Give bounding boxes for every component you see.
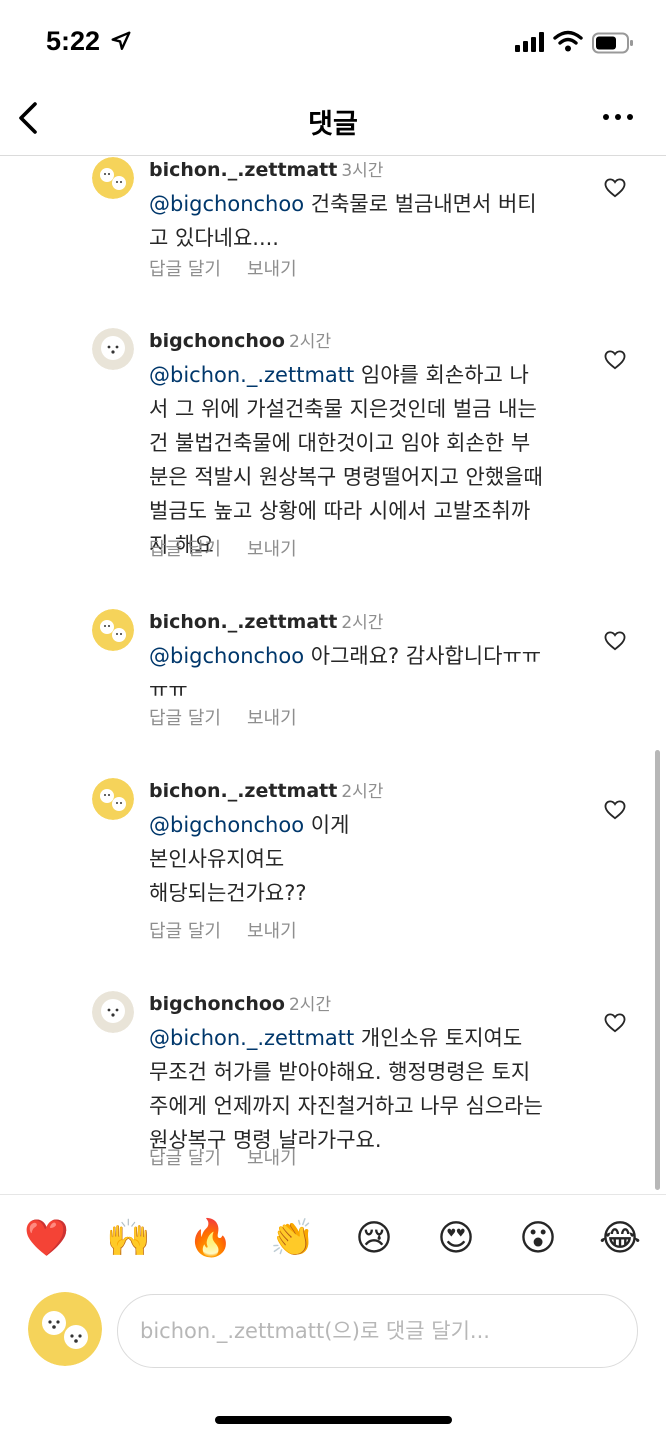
more-horizontal-icon	[603, 114, 633, 120]
comment-actions: 답글 달기 보내기	[149, 535, 323, 561]
avatar[interactable]	[92, 157, 134, 199]
comment-line: 주에게 언제까지 자진철거하고 나무 심으라는	[149, 1094, 543, 1118]
scrollbar[interactable]	[655, 750, 660, 1190]
comment-line: 분은 적발시 원상복구 명령떨어지고 안했을때	[149, 465, 543, 489]
avatar[interactable]	[92, 778, 134, 820]
avatar[interactable]	[92, 328, 134, 370]
emoji-clapping-hands[interactable]: 👏	[270, 1217, 315, 1261]
comment-actions: 답글 달기 보내기	[149, 917, 323, 943]
comment-text: @bichon._.zettmatt 임야를 회손하고 나 서 그 위에 가설건…	[149, 358, 579, 562]
bichon-avatar-icon	[28, 1292, 102, 1366]
comment-actions: 답글 달기 보내기	[149, 704, 323, 730]
comment-username[interactable]: bichon._.zettmatt	[149, 780, 337, 802]
current-user-avatar	[28, 1292, 102, 1366]
heart-outline-icon[interactable]	[604, 350, 626, 370]
comment-header: bigchonchoo 2시간	[149, 328, 331, 355]
bichon-avatar-icon	[92, 157, 134, 199]
comment-text: @bichon._.zettmatt 개인소유 토지여도 무조건 허가를 받아야…	[149, 1021, 579, 1157]
emoji-crying-face[interactable]: 😢	[352, 1217, 396, 1261]
comment-username[interactable]: bichon._.zettmatt	[149, 611, 337, 633]
more-options-button[interactable]	[598, 102, 638, 132]
avatar[interactable]	[92, 609, 134, 651]
comment-username[interactable]: bigchonchoo	[149, 330, 285, 352]
emoji-heart[interactable]: ❤️	[24, 1217, 69, 1261]
bichon-avatar-icon	[92, 778, 134, 820]
battery-icon	[592, 32, 633, 54]
emoji-laughing-tears[interactable]: 😂	[598, 1217, 642, 1261]
comment-line: 고 있다네요....	[149, 226, 279, 250]
comment-line: 무조건 허가를 받아야해요. 행정명령은 토지	[149, 1060, 531, 1084]
comment-line: 아그래요? 감사합니다ㅠㅠ	[310, 644, 542, 668]
comment-mention[interactable]: @bigchonchoo	[149, 644, 304, 668]
emoji-heart-eyes[interactable]: 😍	[434, 1217, 478, 1261]
bichon-avatar-icon	[92, 991, 134, 1033]
comment-line: 서 그 위에 가설건축물 지은것인데 벌금 내는	[149, 397, 537, 421]
send-button[interactable]: 보내기	[247, 539, 297, 560]
bichon-avatar-icon	[92, 609, 134, 651]
status-bar: 5:22	[0, 0, 666, 88]
header: 댓글	[0, 88, 666, 156]
status-time: 5:22	[46, 26, 101, 56]
heart-outline-icon[interactable]	[604, 1013, 626, 1033]
reply-button[interactable]: 답글 달기	[149, 921, 221, 942]
heart-outline-icon[interactable]	[604, 178, 626, 198]
comment-actions: 답글 달기 보내기	[149, 1144, 323, 1170]
cellular-signal-icon	[515, 32, 544, 52]
comment-time: 2시간	[288, 332, 332, 352]
comment-username[interactable]: bigchonchoo	[149, 993, 285, 1015]
emoji-fire[interactable]: 🔥	[188, 1217, 233, 1261]
comment-header: bichon._.zettmatt 2시간	[149, 609, 383, 636]
comment-line: 이게	[310, 813, 350, 837]
comment-line: 해당되는건가요??	[149, 881, 307, 905]
reply-button[interactable]: 답글 달기	[149, 1148, 221, 1169]
comment-list: bichon._.zettmatt 3시간 @bigchonchoo 건축물로 벌…	[0, 157, 666, 1193]
emoji-raising-hands[interactable]: 🙌	[106, 1217, 151, 1261]
comment-time: 2시간	[341, 782, 384, 802]
comment-username[interactable]: bichon._.zettmatt	[149, 159, 337, 181]
comment-mention[interactable]: @bichon._.zettmatt	[149, 1026, 354, 1050]
comment-mention[interactable]: @bigchonchoo	[149, 192, 304, 216]
comment-mention[interactable]: @bigchonchoo	[149, 813, 304, 837]
comment-time: 2시간	[341, 613, 384, 633]
reply-button[interactable]: 답글 달기	[149, 708, 221, 729]
comment-line: ㅠㅠ	[149, 678, 188, 702]
comment-text: @bigchonchoo 이게 본인사유지여도 해당되는건가요??	[149, 808, 579, 910]
bichon-avatar-icon	[92, 328, 134, 370]
reply-button[interactable]: 답글 달기	[149, 259, 221, 280]
comment-time: 3시간	[341, 161, 384, 181]
send-button[interactable]: 보내기	[247, 259, 297, 280]
comment-line: 벌금도 높고 상황에 따라 시에서 고발조취까	[149, 499, 531, 523]
send-button[interactable]: 보내기	[247, 921, 297, 942]
heart-outline-icon[interactable]	[604, 800, 626, 820]
home-indicator[interactable]	[215, 1416, 452, 1424]
send-button[interactable]: 보내기	[247, 708, 297, 729]
comment-text: @bigchonchoo 아그래요? 감사합니다ㅠㅠ ㅠㅠ	[149, 639, 579, 707]
comment-text: @bigchonchoo 건축물로 벌금내면서 버티 고 있다네요....	[149, 187, 579, 255]
page-title: 댓글	[308, 109, 358, 140]
location-arrow-icon	[111, 31, 131, 50]
comment-line: 본인사유지여도	[149, 847, 285, 871]
comment-header: bigchonchoo 2시간	[149, 991, 331, 1018]
comment-actions: 답글 달기 보내기	[149, 255, 323, 281]
comment-line: 건축물로 벌금내면서 버티	[310, 192, 537, 216]
comment-line: 개인소유 토지여도	[360, 1026, 523, 1050]
comment-input[interactable]	[117, 1294, 638, 1368]
comment-header: bichon._.zettmatt 3시간	[149, 157, 383, 184]
emoji-bar: ❤️ 🙌 🔥 👏 😢 😍 😮 😂	[0, 1194, 666, 1282]
comment-line: 건 불법건축물에 대한것이고 임야 회손한 부	[149, 431, 531, 455]
comment-line: 임야를 회손하고 나	[360, 363, 529, 387]
reply-button[interactable]: 답글 달기	[149, 539, 221, 560]
comment-mention[interactable]: @bichon._.zettmatt	[149, 363, 354, 387]
wifi-icon	[553, 30, 583, 52]
emoji-surprised-face[interactable]: 😮	[516, 1217, 560, 1261]
comment-header: bichon._.zettmatt 2시간	[149, 778, 383, 805]
send-button[interactable]: 보내기	[247, 1148, 297, 1169]
comment-time: 2시간	[288, 995, 332, 1015]
avatar[interactable]	[92, 991, 134, 1033]
heart-outline-icon[interactable]	[604, 631, 626, 651]
